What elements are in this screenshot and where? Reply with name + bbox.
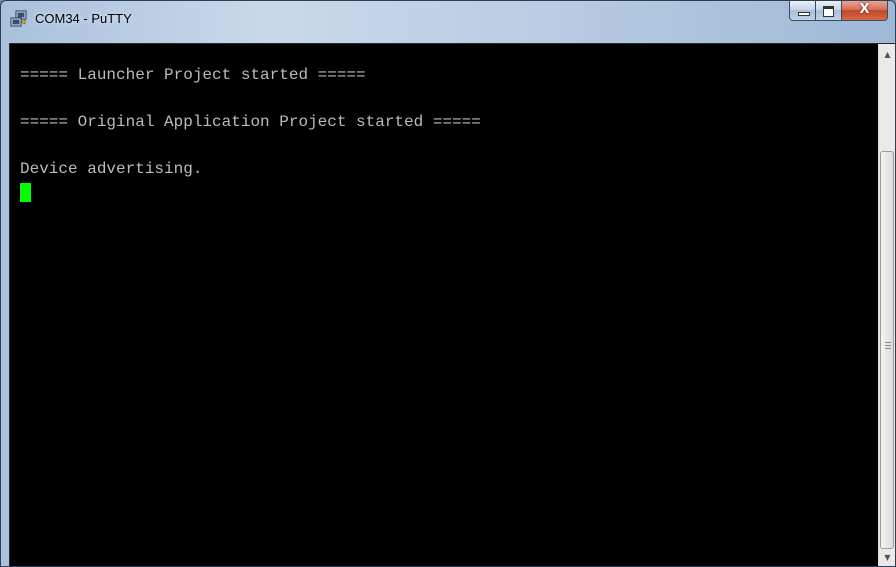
maximize-button[interactable] <box>816 1 842 21</box>
maximize-icon <box>823 6 834 17</box>
grip-icon <box>885 342 891 350</box>
putty-window: COM34 - PuTTY X ===== Launcher Project s… <box>0 0 896 567</box>
terminal-line: ===== Launcher Project started ===== <box>20 66 366 84</box>
minimize-icon <box>798 12 810 16</box>
close-button[interactable]: X <box>842 1 888 21</box>
terminal-line: ===== Original Application Project start… <box>20 113 481 131</box>
cursor-line <box>20 182 870 206</box>
vertical-scrollbar[interactable]: ▲ ▼ <box>878 44 895 566</box>
terminal-area[interactable]: ===== Launcher Project started ===== ===… <box>9 43 895 566</box>
minimize-button[interactable] <box>789 1 816 21</box>
scroll-up-arrow-icon[interactable]: ▲ <box>879 46 895 63</box>
terminal-output: ===== Launcher Project started ===== ===… <box>20 64 870 564</box>
scroll-down-arrow-icon[interactable]: ▼ <box>879 549 895 566</box>
terminal-line: Device advertising. <box>20 160 203 178</box>
close-icon: X <box>859 2 870 17</box>
text-cursor <box>20 182 31 202</box>
scrollbar-thumb[interactable] <box>880 151 894 549</box>
caption-buttons: X <box>789 1 888 23</box>
window-title: COM34 - PuTTY <box>35 11 132 26</box>
title-bar[interactable]: COM34 - PuTTY X <box>1 1 895 37</box>
putty-icon[interactable] <box>10 10 28 28</box>
